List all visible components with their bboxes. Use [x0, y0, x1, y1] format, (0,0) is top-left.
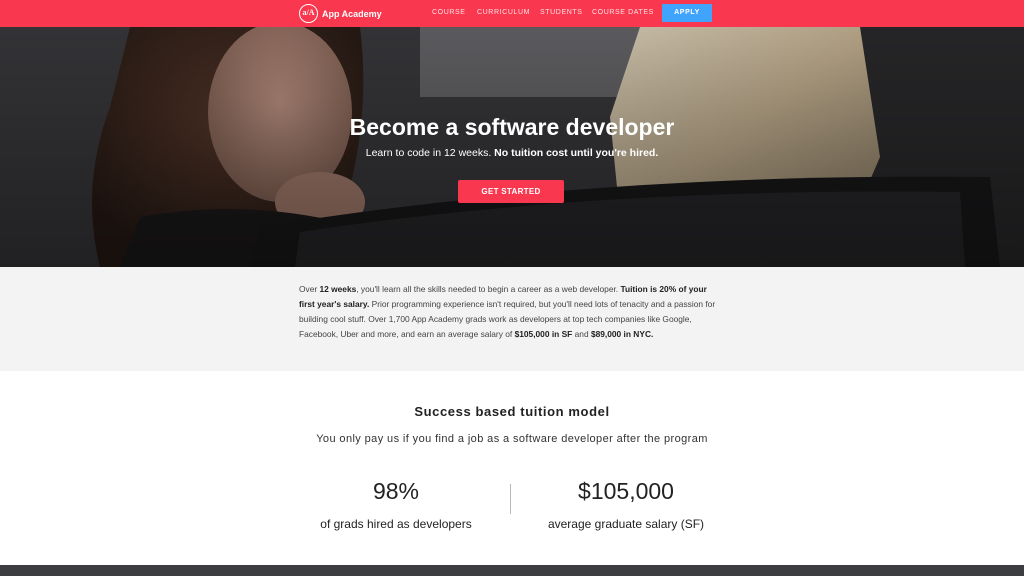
intro-paragraph: Over 12 weeks, you'll learn all the skil…	[299, 282, 719, 342]
success-section-title: Success based tuition model	[414, 404, 610, 419]
top-navigation-bar: a/A App Academy COURSE CURRICULUM STUDEN…	[0, 0, 1024, 27]
hero-banner: Become a software developer Learn to cod…	[0, 27, 1024, 267]
apply-button[interactable]: APPLY	[662, 4, 712, 22]
nav-link-curriculum[interactable]: CURRICULUM	[477, 9, 530, 16]
logo-mark-icon: a/A	[299, 4, 318, 23]
intro-section: Over 12 weeks, you'll learn all the skil…	[0, 267, 1024, 371]
intro-bold-weeks: 12 weeks	[319, 284, 357, 294]
nav-link-course-dates[interactable]: COURSE DATES	[592, 9, 654, 16]
hero-subtitle-bold: No tuition cost until you're hired.	[494, 147, 659, 159]
hero-title: Become a software developer	[349, 114, 675, 140]
nav-link-course[interactable]: COURSE	[432, 9, 466, 16]
hero-subtitle: Learn to code in 12 weeks. No tuition co…	[0, 147, 1024, 159]
app-academy-logo[interactable]: a/A App Academy	[299, 3, 382, 24]
intro-bold-nyc-salary: $89,000 in NYC.	[590, 329, 654, 339]
hero-subtitle-plain: Learn to code in 12 weeks.	[365, 147, 492, 159]
intro-bold-sf-salary: $105,000 in SF	[514, 329, 573, 339]
intro-text-4: and	[572, 329, 591, 339]
logo-text: App Academy	[322, 8, 382, 19]
stat-hired-value: 98%	[372, 478, 420, 504]
get-started-button[interactable]: GET STARTED	[458, 180, 564, 203]
stat-hired-label: of grads hired as developers	[320, 517, 472, 531]
intro-text-1: Over	[299, 284, 320, 294]
success-section-subtitle: You only pay us if you find a job as a s…	[316, 433, 708, 445]
nav-link-students[interactable]: STUDENTS	[540, 9, 583, 16]
stat-salary-label: average graduate salary (SF)	[547, 517, 705, 531]
footer-bar	[0, 565, 1024, 576]
stat-salary-value: $105,000	[578, 478, 674, 504]
intro-text-2: , you'll learn all the skills needed to …	[356, 284, 621, 294]
